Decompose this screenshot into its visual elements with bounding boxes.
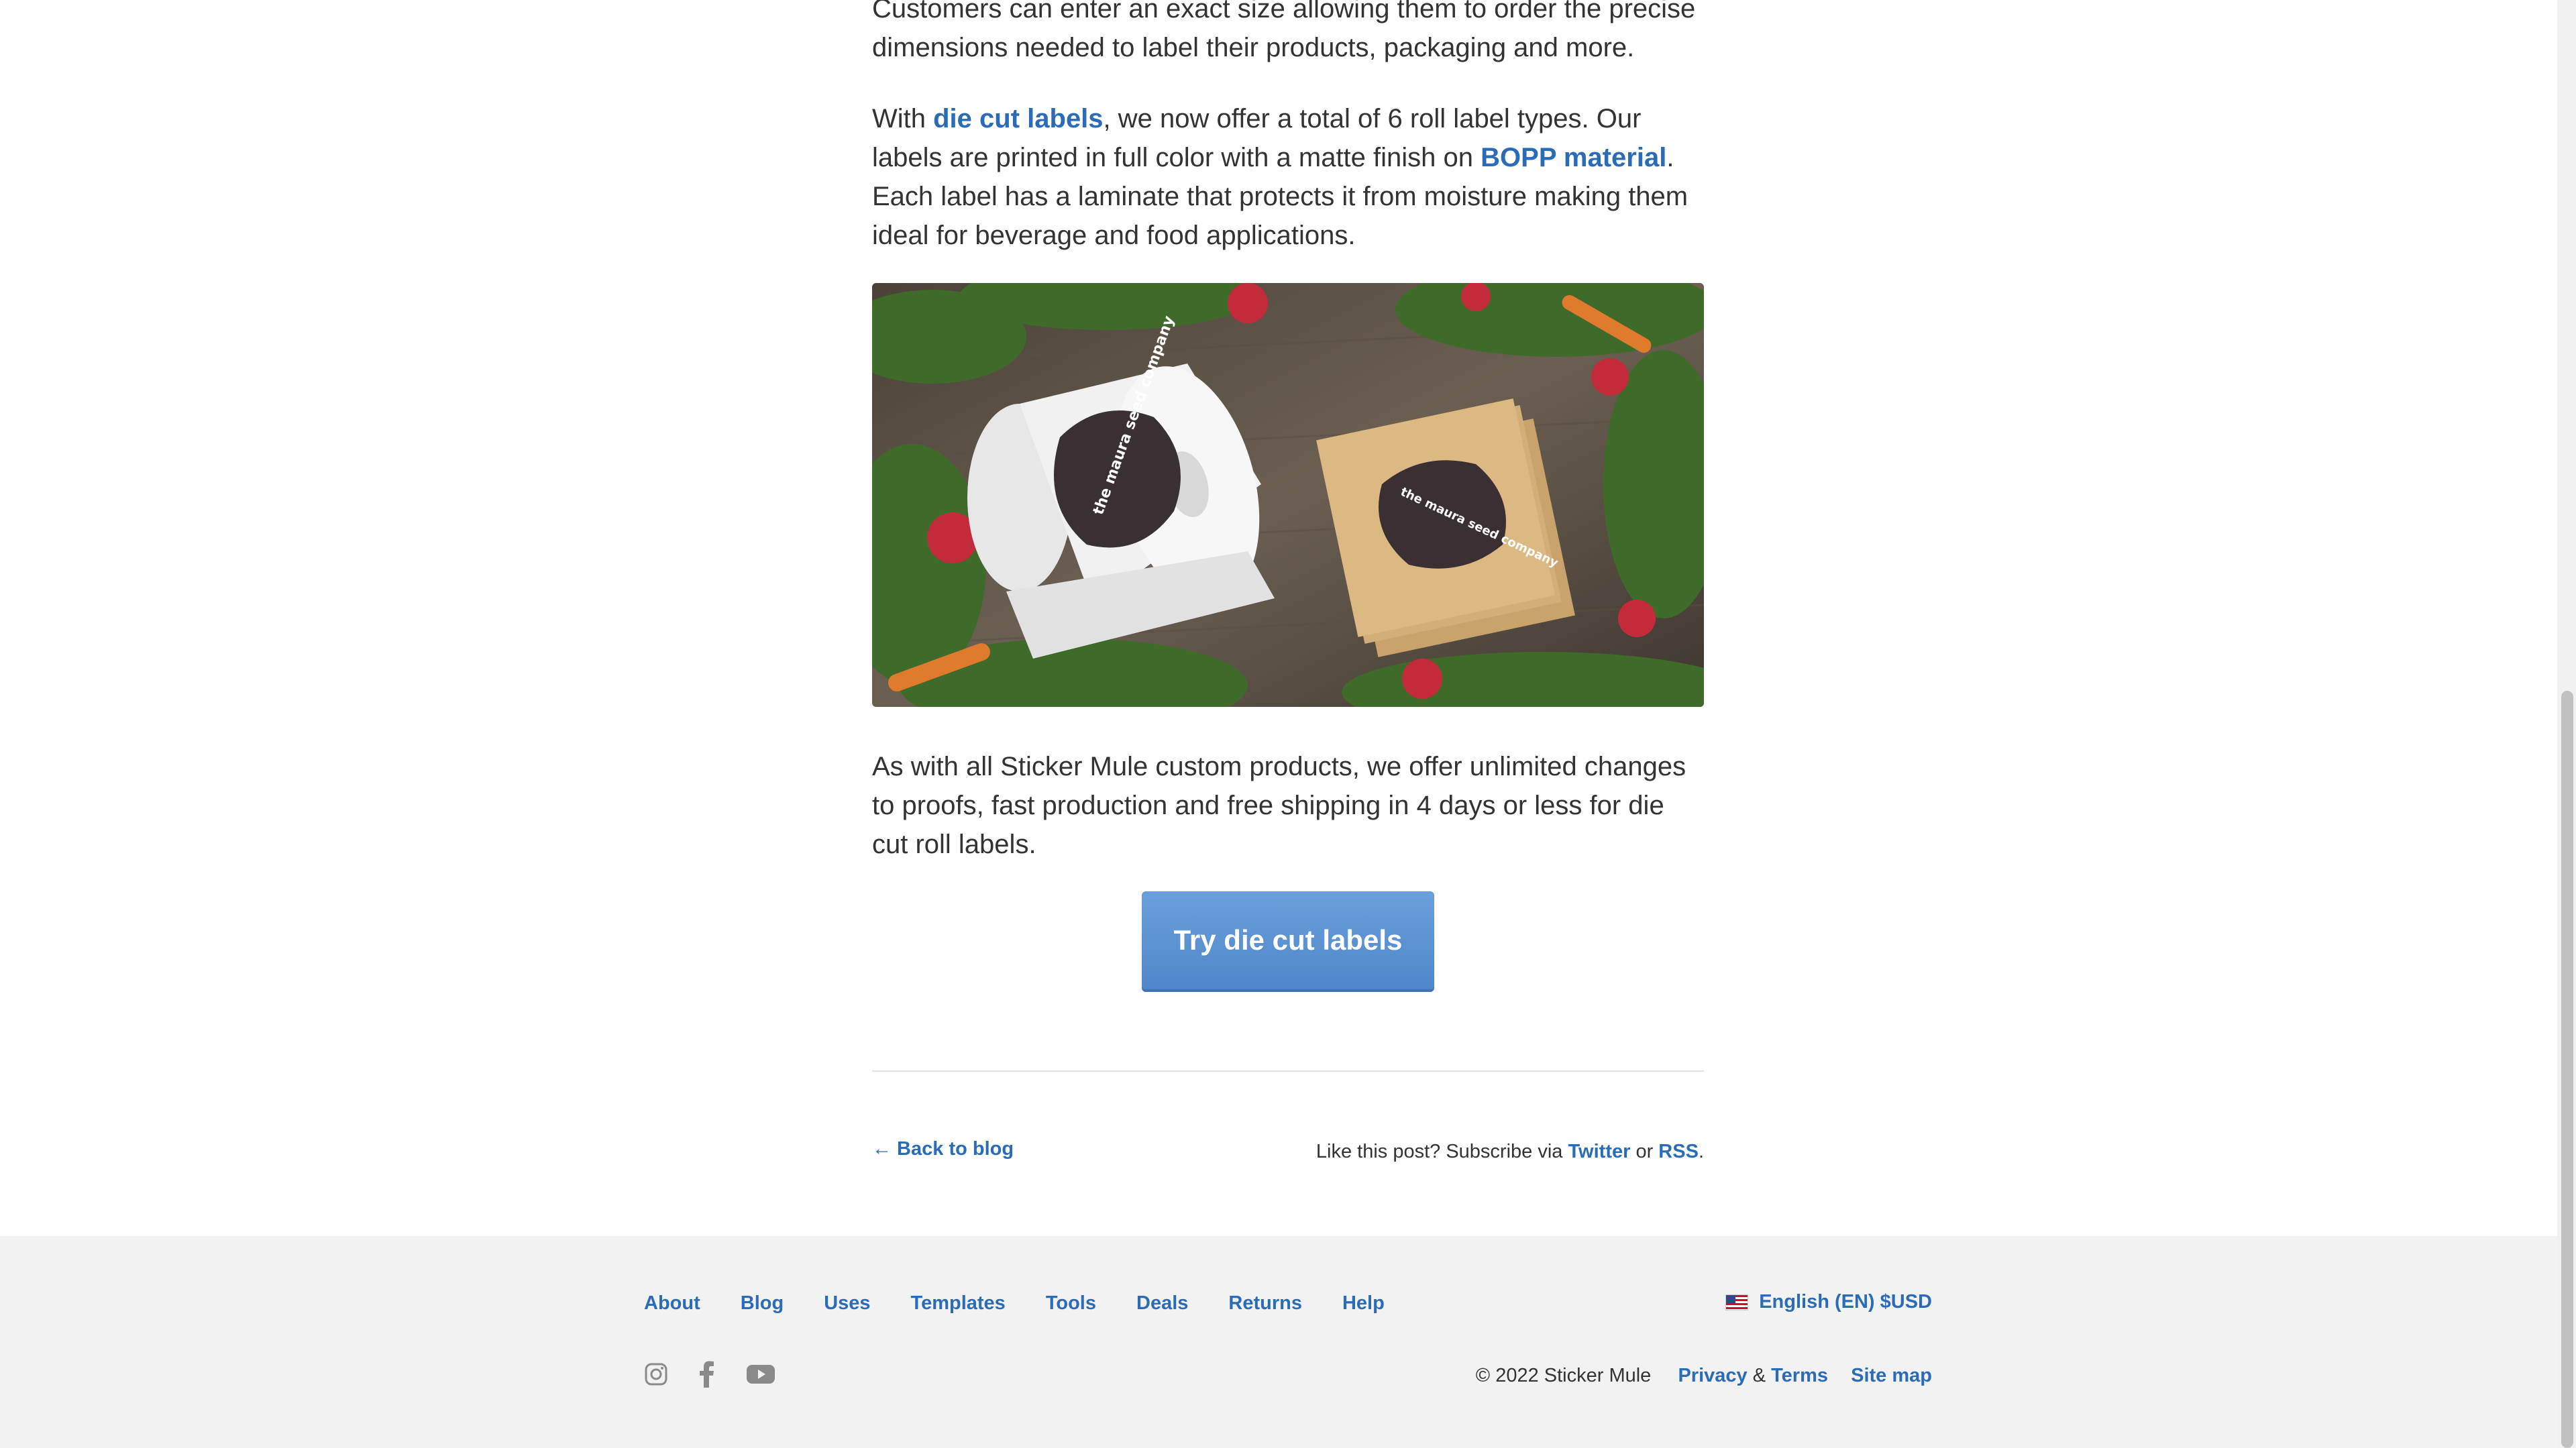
us-flag-icon: [1725, 1294, 1749, 1311]
rss-link[interactable]: RSS: [1658, 1141, 1699, 1162]
language-selector[interactable]: English (EN) $USD: [1725, 1291, 1932, 1313]
site-map-link[interactable]: Site map: [1851, 1365, 1932, 1386]
back-to-blog-link[interactable]: ← Back to blog: [872, 1138, 1014, 1160]
copyright-text: © 2022 Sticker Mule: [1475, 1365, 1652, 1386]
terms-link[interactable]: Terms: [1771, 1365, 1828, 1386]
twitter-link[interactable]: Twitter: [1568, 1141, 1630, 1162]
facebook-icon[interactable]: [699, 1361, 715, 1391]
instagram-icon[interactable]: [644, 1362, 668, 1390]
footer-nav: About Blog Uses Templates Tools Deals Re…: [644, 1292, 1425, 1315]
footer-link-returns[interactable]: Returns: [1228, 1292, 1302, 1315]
die-cut-labels-link[interactable]: die cut labels: [933, 104, 1103, 133]
site-footer: About Blog Uses Templates Tools Deals Re…: [0, 1236, 2557, 1448]
amp-text: &: [1747, 1365, 1772, 1386]
paragraph-roll-types: With die cut labels, we now offer a tota…: [872, 99, 1704, 255]
period-text: .: [1698, 1141, 1704, 1162]
footer-link-uses[interactable]: Uses: [824, 1292, 870, 1315]
bopp-material-link[interactable]: BOPP material: [1481, 143, 1666, 172]
footer-link-tools[interactable]: Tools: [1046, 1292, 1096, 1315]
legal-links: © 2022 Sticker Mule Privacy & Terms Site…: [1476, 1365, 1932, 1387]
footer-link-about[interactable]: About: [644, 1292, 700, 1315]
paragraph-custom-size: Customers can enter an exact size allowi…: [872, 0, 1696, 62]
divider: [872, 1070, 1704, 1072]
youtube-icon[interactable]: [746, 1363, 775, 1388]
privacy-link[interactable]: Privacy: [1678, 1365, 1747, 1386]
or-text: or: [1630, 1141, 1659, 1162]
try-die-cut-labels-button[interactable]: Try die cut labels: [1142, 891, 1434, 992]
language-label: English (EN) $USD: [1759, 1291, 1932, 1313]
subscribe-text: Like this post? Subscribe via: [1316, 1141, 1568, 1162]
footer-link-deals[interactable]: Deals: [1136, 1292, 1188, 1315]
footer-link-templates[interactable]: Templates: [911, 1292, 1006, 1315]
p2-text-1: With: [872, 104, 934, 133]
paragraph-unlimited-changes: As with all Sticker Mule custom products…: [872, 752, 1686, 859]
footer-link-help[interactable]: Help: [1342, 1292, 1385, 1315]
product-photo: the maura seed company the maura seed co…: [872, 283, 1704, 707]
scrollbar[interactable]: [2557, 0, 2576, 1448]
footer-link-blog[interactable]: Blog: [741, 1292, 784, 1315]
social-links: [644, 1361, 775, 1391]
subscribe-line: Like this post? Subscribe via Twitter or…: [1316, 1141, 1704, 1163]
scrollbar-thumb[interactable]: [2561, 691, 2573, 1448]
